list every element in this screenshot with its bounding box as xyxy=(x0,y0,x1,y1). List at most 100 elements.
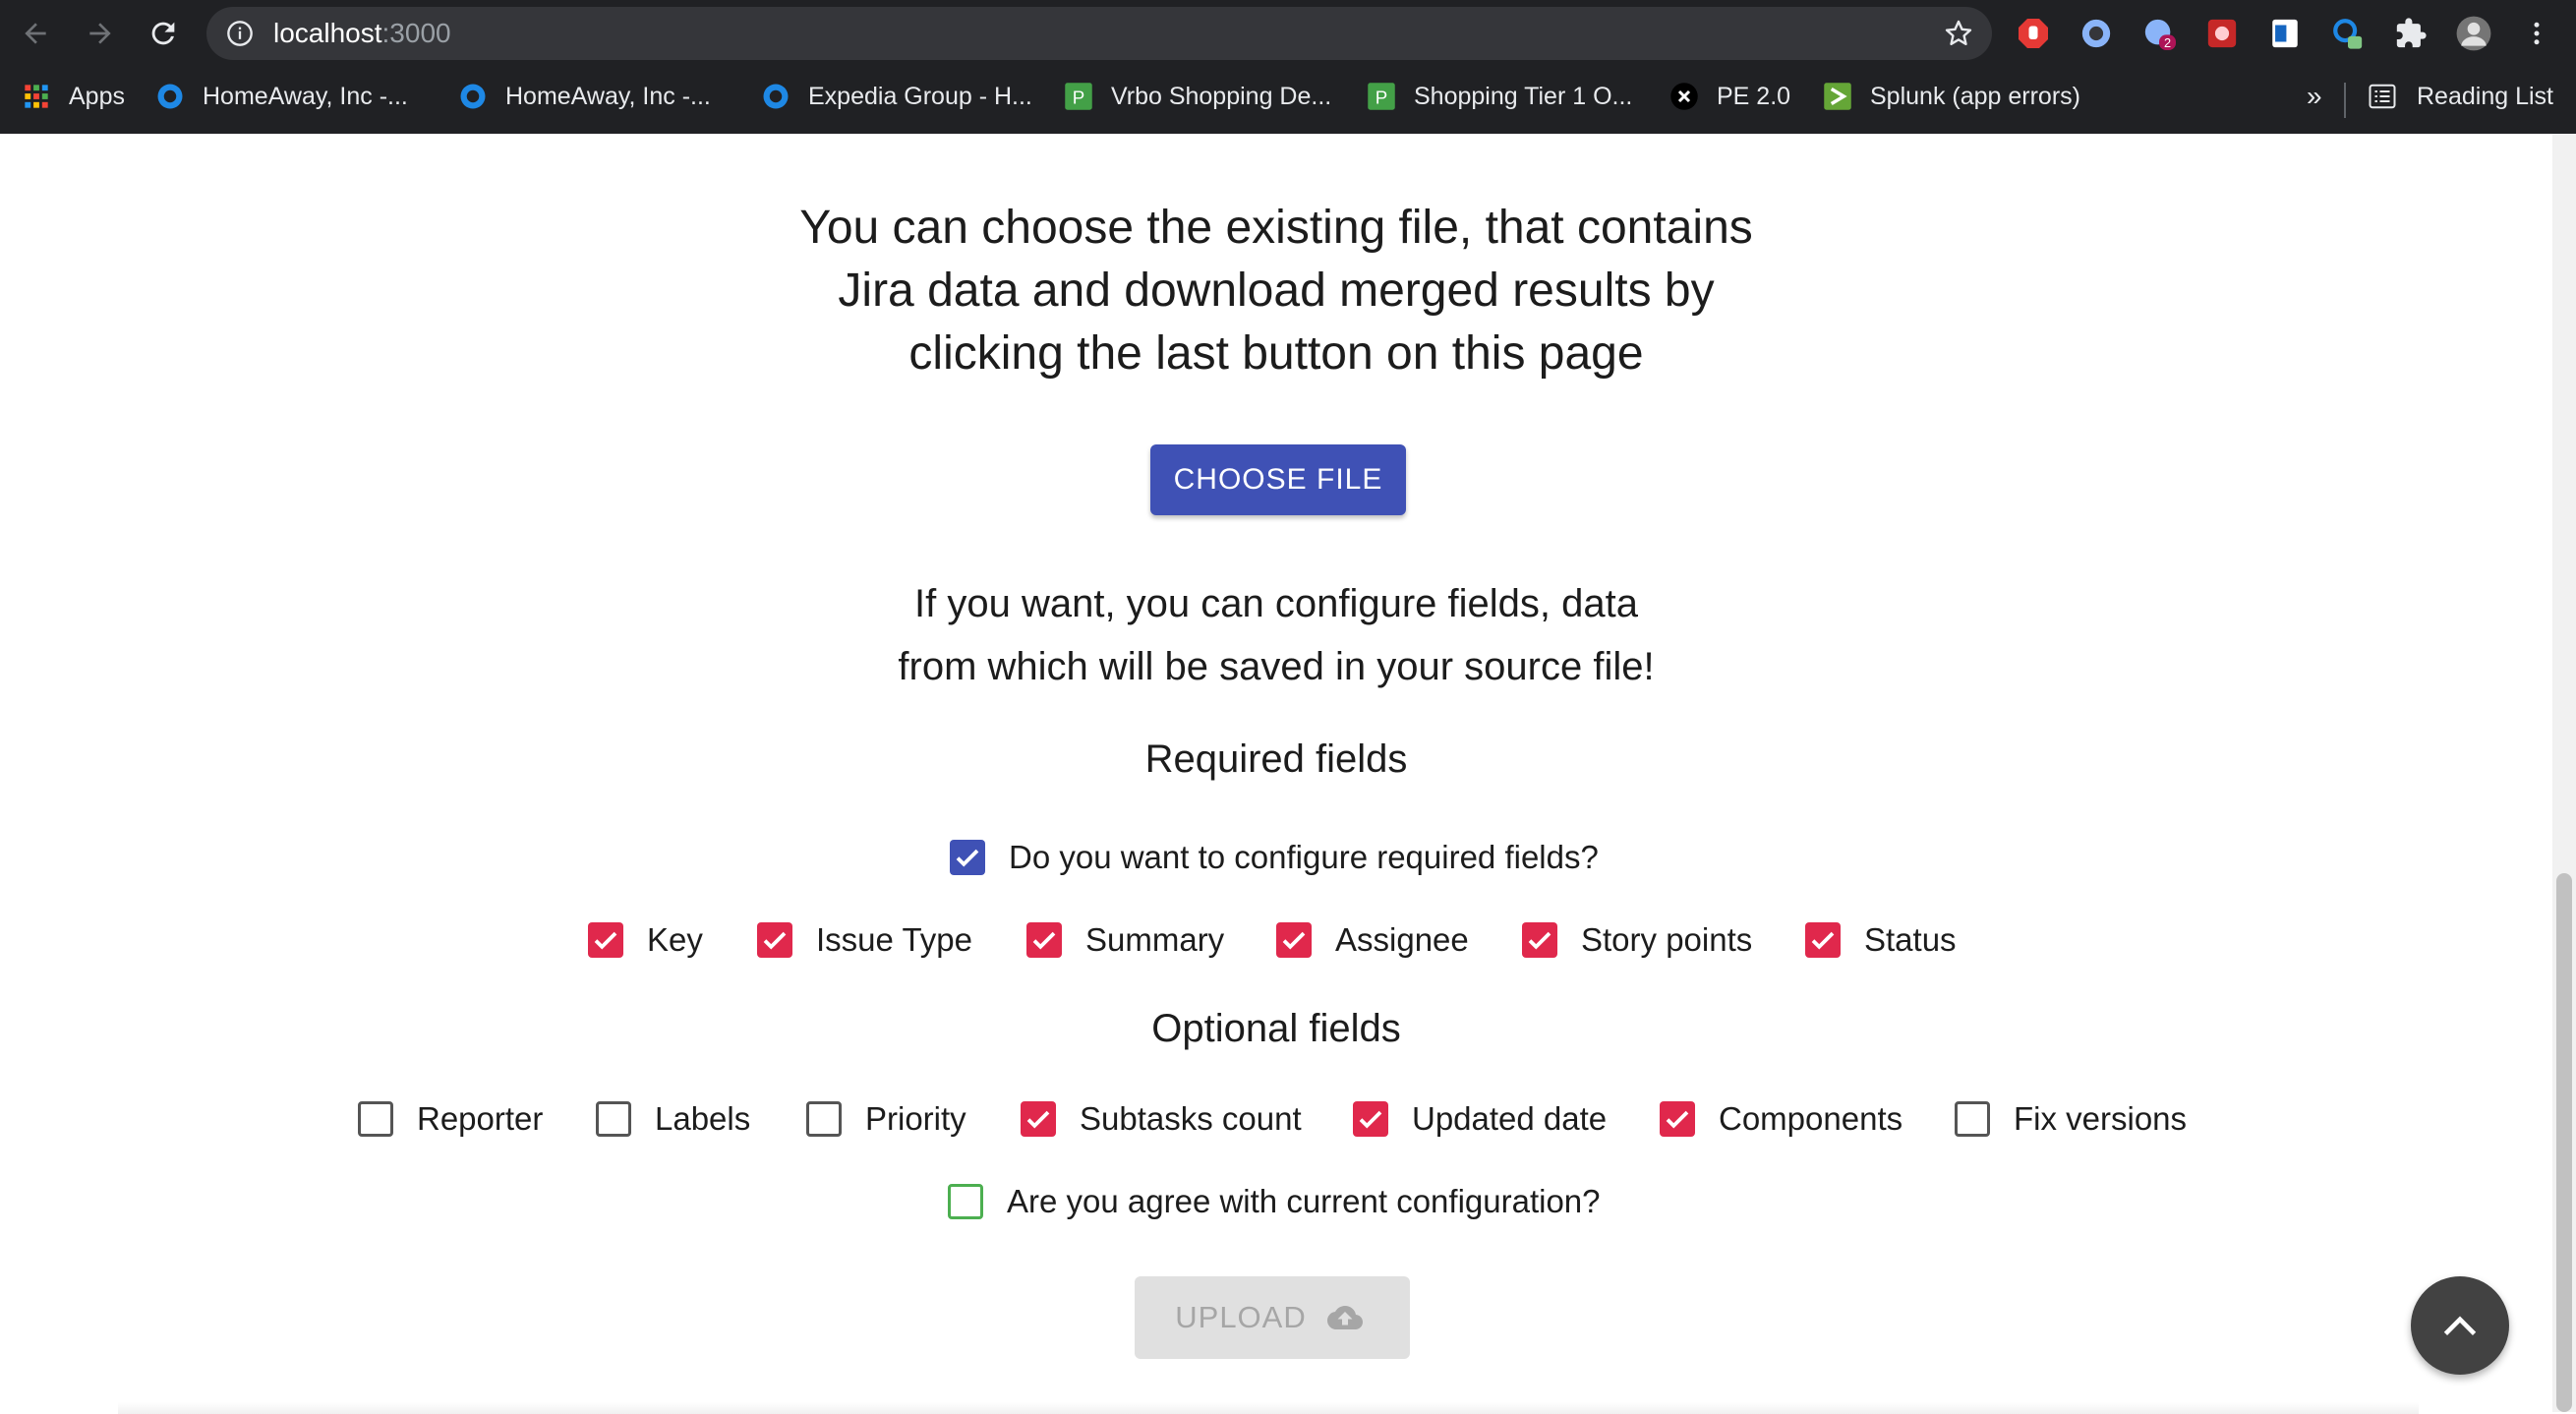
bookmark-label: Vrbo Shopping De... xyxy=(1111,82,1332,110)
stop-hand-icon xyxy=(2019,19,2048,48)
issue-type-checkbox[interactable] xyxy=(757,922,792,958)
optional-field-components[interactable]: Components xyxy=(1660,1090,1903,1149)
scrollbar-thumb[interactable] xyxy=(2556,873,2572,1412)
fix-versions-checkbox[interactable] xyxy=(1955,1101,1990,1137)
required-field-issue-type[interactable]: Issue Type xyxy=(757,911,972,970)
info-icon[interactable] xyxy=(226,20,254,47)
intro-line: clicking the last button on this page xyxy=(908,327,1644,380)
check-icon xyxy=(763,931,787,950)
check-icon xyxy=(594,931,617,950)
optional-field-updated-date[interactable]: Updated date xyxy=(1353,1090,1607,1149)
reporter-checkbox[interactable] xyxy=(358,1101,393,1137)
priority-checkbox[interactable] xyxy=(806,1101,842,1137)
status-checkbox[interactable] xyxy=(1805,922,1841,958)
key-checkbox[interactable] xyxy=(588,922,623,958)
outlook-extension[interactable] xyxy=(2265,14,2305,53)
optional-fields-title: Optional fields xyxy=(1151,1007,1401,1050)
required-field-story-points[interactable]: Story points xyxy=(1522,911,1752,970)
bug-extension[interactable] xyxy=(2202,14,2242,53)
labels-checkbox[interactable] xyxy=(596,1101,631,1137)
svg-text:P: P xyxy=(1073,88,1085,108)
agree-configuration-row[interactable]: Are you agree with current configuration… xyxy=(948,1172,1601,1231)
agree-configuration-checkbox[interactable] xyxy=(948,1184,983,1219)
optional-field-priority[interactable]: Priority xyxy=(806,1090,966,1149)
field-label: Reporter xyxy=(417,1100,544,1137)
bookmark-homeaway-2[interactable]: HomeAway, Inc -... xyxy=(458,67,711,126)
field-label: Fix versions xyxy=(2014,1100,2188,1137)
reload-button[interactable] xyxy=(144,14,183,53)
footer-shadow xyxy=(118,1402,2419,1414)
adblock-extension[interactable] xyxy=(2014,14,2053,53)
optional-field-labels[interactable]: Labels xyxy=(596,1090,750,1149)
round-extension[interactable] xyxy=(2077,14,2116,53)
field-label: Labels xyxy=(655,1100,751,1137)
magnifier-icon xyxy=(2333,19,2363,49)
components-checkbox[interactable] xyxy=(1660,1101,1695,1137)
configure-required-checkbox-row[interactable]: Do you want to configure required fields… xyxy=(950,828,1599,887)
field-label: Priority xyxy=(865,1100,966,1137)
configure-required-checkbox[interactable] xyxy=(950,840,985,875)
bookmark-pe2[interactable]: PE 2.0 xyxy=(1669,67,1790,126)
document-icon xyxy=(2272,19,2298,48)
translate-extension[interactable]: 2 xyxy=(2139,14,2179,53)
homeaway-icon xyxy=(761,82,790,111)
choose-file-button[interactable]: CHOOSE FILE xyxy=(1150,444,1406,515)
bookmark-homeaway-1[interactable]: HomeAway, Inc -... xyxy=(155,67,408,126)
field-label: Subtasks count xyxy=(1080,1100,1302,1137)
page-scrollbar[interactable] xyxy=(2552,134,2576,1412)
field-label: Status xyxy=(1864,921,1957,958)
reading-list-button[interactable]: Reading List xyxy=(2368,67,2553,126)
bookmark-label: HomeAway, Inc -... xyxy=(505,82,711,110)
address-bar[interactable]: localhost:3000 xyxy=(206,7,1992,60)
apps-grid-icon xyxy=(22,82,51,111)
bookmark-shopping-tier[interactable]: P Shopping Tier 1 O... xyxy=(1367,67,1632,126)
optional-field-reporter[interactable]: Reporter xyxy=(358,1090,543,1149)
reading-list-label: Reading List xyxy=(2417,82,2553,110)
updated-date-checkbox[interactable] xyxy=(1353,1101,1388,1137)
story-points-checkbox[interactable] xyxy=(1522,922,1557,958)
optional-field-subtasks-count[interactable]: Subtasks count xyxy=(1021,1090,1302,1149)
required-field-key[interactable]: Key xyxy=(588,911,703,970)
intro-line: You can choose the existing file, that c… xyxy=(799,202,1753,254)
homeaway-icon xyxy=(155,82,185,111)
extensions-button[interactable] xyxy=(2391,14,2430,53)
configure-line: from which will be saved in your source … xyxy=(898,645,1655,688)
bookmark-vrbo[interactable]: P Vrbo Shopping De... xyxy=(1064,67,1331,126)
bug-icon xyxy=(2207,19,2237,48)
required-field-status[interactable]: Status xyxy=(1805,911,1957,970)
check-icon xyxy=(1359,1110,1382,1129)
url-text[interactable]: localhost:3000 xyxy=(273,7,451,60)
optional-field-fix-versions[interactable]: Fix versions xyxy=(1955,1090,2187,1149)
field-label: Summary xyxy=(1085,921,1225,958)
star-icon[interactable] xyxy=(1943,18,1974,49)
check-icon xyxy=(1282,931,1306,950)
bookmarks-overflow-button[interactable]: » xyxy=(2307,67,2322,126)
configure-line: If you want, you can configure fields, d… xyxy=(914,582,1638,625)
bookmark-splunk[interactable]: Splunk (app errors) xyxy=(1823,67,2080,126)
bookmark-label: Splunk (app errors) xyxy=(1870,82,2080,110)
required-field-summary[interactable]: Summary xyxy=(1026,911,1224,970)
check-icon xyxy=(956,849,979,867)
p-green-icon: P xyxy=(1367,82,1396,111)
summary-checkbox[interactable] xyxy=(1026,922,1062,958)
profile-avatar[interactable] xyxy=(2454,14,2493,53)
scroll-to-top-button[interactable] xyxy=(2411,1276,2509,1375)
page-content: You can choose the existing file, that c… xyxy=(0,134,2552,1414)
field-label: Key xyxy=(647,921,703,958)
bookmark-label: HomeAway, Inc -... xyxy=(203,82,408,110)
arrow-right-icon xyxy=(89,23,111,44)
bookmark-expedia[interactable]: Expedia Group - H... xyxy=(761,67,1032,126)
back-button[interactable] xyxy=(16,14,55,53)
forward-button[interactable] xyxy=(81,14,120,53)
agree-configuration-label: Are you agree with current configuration… xyxy=(1007,1183,1601,1219)
upload-button[interactable]: UPLOAD xyxy=(1135,1276,1410,1359)
required-field-assignee[interactable]: Assignee xyxy=(1276,911,1469,970)
intro-text: You can choose the existing file, that c… xyxy=(0,197,2552,385)
browser-menu-button[interactable] xyxy=(2517,14,2556,53)
subtasks-count-checkbox[interactable] xyxy=(1021,1101,1056,1137)
url-host: localhost xyxy=(273,18,382,48)
bookmark-apps[interactable]: Apps xyxy=(22,67,125,126)
assignee-checkbox[interactable] xyxy=(1276,922,1312,958)
search-extension[interactable] xyxy=(2328,14,2368,53)
field-label: Components xyxy=(1719,1100,1903,1137)
